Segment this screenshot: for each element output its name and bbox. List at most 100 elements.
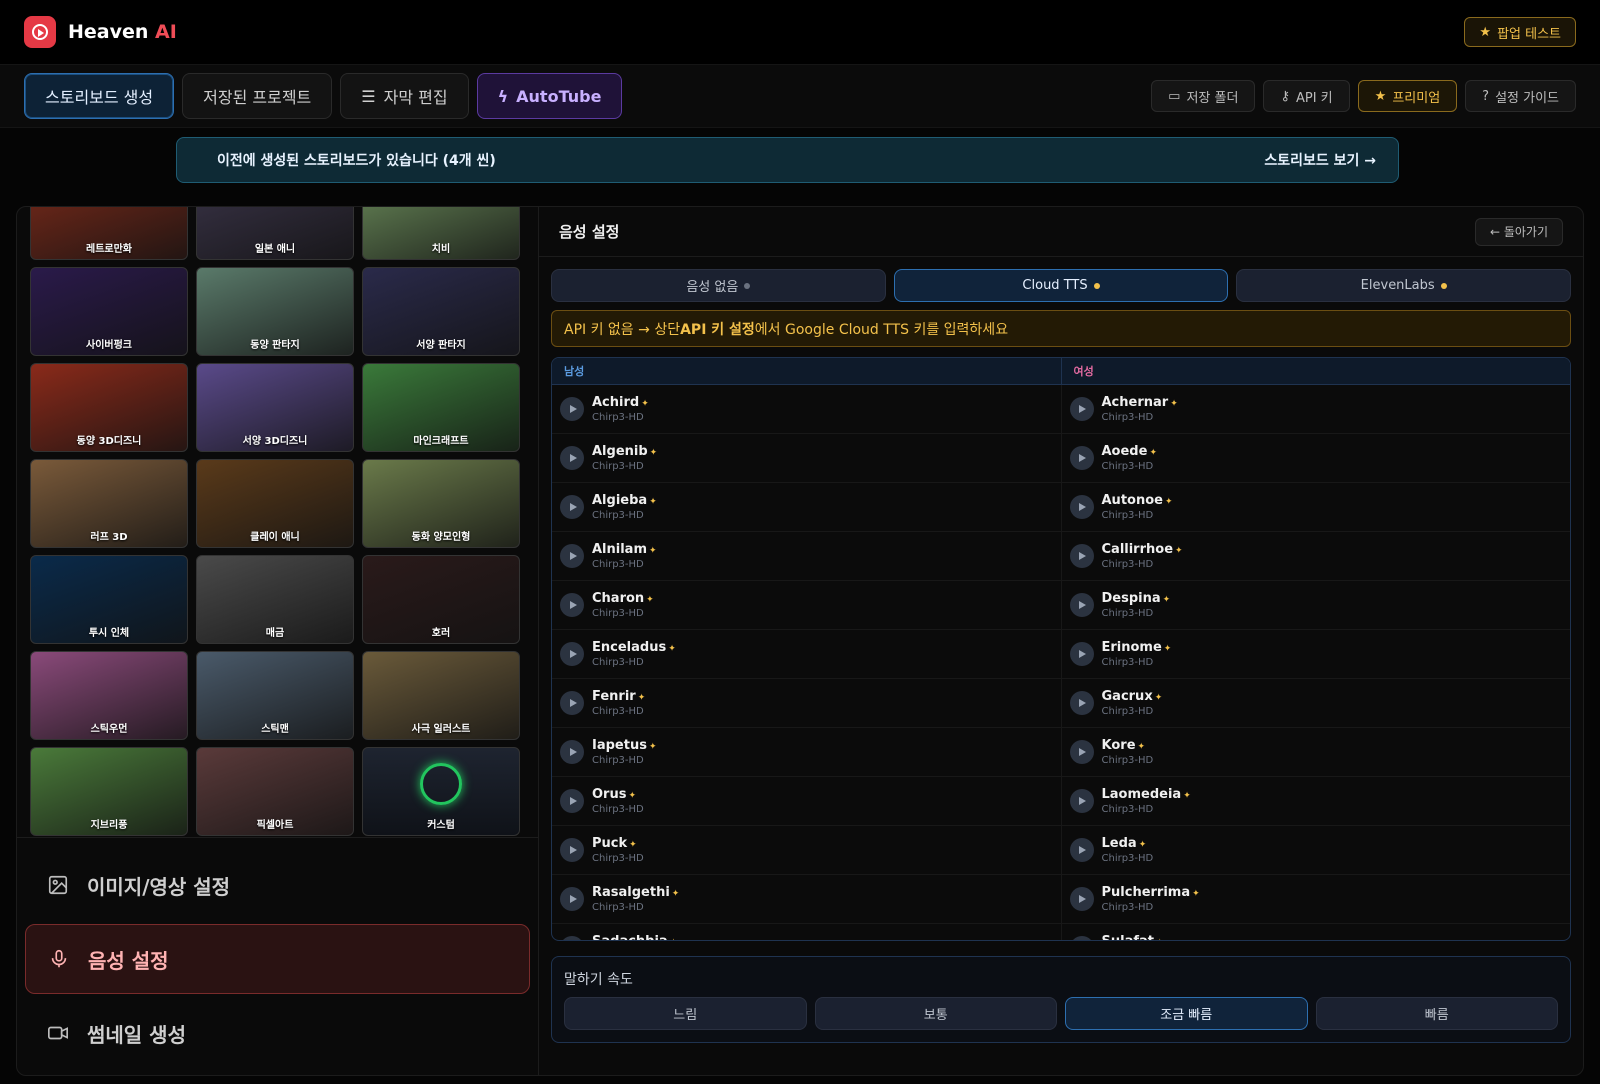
style-card[interactable]: 지브리풍 xyxy=(30,747,188,836)
style-card[interactable]: 레트로만화 xyxy=(30,207,188,260)
tts-engine-tab[interactable]: ElevenLabs xyxy=(1236,269,1572,302)
voice-option[interactable]: Kore ✦ Chirp3-HD xyxy=(1062,728,1571,776)
document-icon: ☰ xyxy=(361,86,376,106)
popup-test-button[interactable]: ★ 팝업 테스트 xyxy=(1464,17,1576,47)
style-card[interactable]: 사이버펑크 xyxy=(30,267,188,356)
style-card[interactable]: 러프 3D xyxy=(30,459,188,548)
play-icon[interactable] xyxy=(560,838,584,862)
tts-engine-tab[interactable]: Cloud TTS xyxy=(893,269,1229,302)
voice-option[interactable]: Pulcherrima ✦ Chirp3-HD xyxy=(1062,875,1571,923)
voice-name: Sadachbia✦ xyxy=(592,934,677,940)
play-icon[interactable] xyxy=(560,593,584,617)
play-icon[interactable] xyxy=(1069,887,1094,911)
play-icon[interactable] xyxy=(1069,495,1094,519)
play-icon[interactable] xyxy=(1069,789,1094,813)
voice-option[interactable]: Callirrhoe ✦ Chirp3-HD xyxy=(1062,532,1571,580)
section-voice[interactable]: 음성 설정 xyxy=(25,924,530,994)
api-key-button[interactable]: ⚷ API 키 xyxy=(1263,80,1350,112)
style-card[interactable]: 호러 xyxy=(362,555,520,644)
style-card[interactable]: 마인크래프트 xyxy=(362,363,520,452)
play-icon[interactable] xyxy=(560,642,584,666)
voice-option[interactable]: Autonoe ✦ Chirp3-HD xyxy=(1062,483,1571,531)
play-icon[interactable] xyxy=(1069,544,1094,568)
voice-option[interactable]: Alnilam ✦ Chirp3-HD xyxy=(552,532,1062,580)
voice-option[interactable]: Leda ✦ Chirp3-HD xyxy=(1062,826,1571,874)
voice-option[interactable]: Despina ✦ Chirp3-HD xyxy=(1062,581,1571,629)
play-icon[interactable] xyxy=(1069,397,1094,421)
style-card[interactable]: 커스텀 xyxy=(362,747,520,836)
voice-option[interactable]: Achird ✦ Chirp3-HD xyxy=(552,385,1062,433)
voice-option[interactable]: Orus ✦ Chirp3-HD xyxy=(552,777,1062,825)
style-card[interactable]: 서양 판타지 xyxy=(362,267,520,356)
style-card[interactable]: 일본 애니 xyxy=(196,207,354,260)
style-card[interactable]: 스틱맨 xyxy=(196,651,354,740)
voice-name: Erinome ✦ xyxy=(1101,640,1172,655)
voice-option[interactable]: Enceladus ✦ Chirp3-HD xyxy=(552,630,1062,678)
sparkle-icon: ✦ xyxy=(1156,938,1164,940)
voice-model: Chirp3-HD xyxy=(1101,706,1154,717)
play-icon[interactable] xyxy=(560,397,584,421)
play-icon[interactable] xyxy=(1069,936,1094,940)
voice-row: Algieba ✦ Chirp3-HD Autonoe ✦ Chirp3-HD xyxy=(552,483,1570,532)
voice-option[interactable]: Puck ✦ Chirp3-HD xyxy=(552,826,1062,874)
play-icon[interactable] xyxy=(1069,642,1094,666)
style-card[interactable]: 치비 xyxy=(362,207,520,260)
tab-saved-projects[interactable]: 저장된 프로젝트 xyxy=(182,73,333,119)
voice-option[interactable]: Charon ✦ Chirp3-HD xyxy=(552,581,1062,629)
back-button[interactable]: ← 돌아가기 xyxy=(1474,217,1563,246)
style-card[interactable]: 픽셀아트 xyxy=(196,747,354,836)
style-card[interactable]: 사극 일러스트 xyxy=(362,651,520,740)
section-thumbnail[interactable]: 썸네일 생성 xyxy=(25,998,530,1068)
play-icon[interactable] xyxy=(560,936,584,940)
view-storyboard-link[interactable]: 스토리보드 보기 → xyxy=(1264,150,1376,170)
style-card[interactable]: 매금 xyxy=(196,555,354,644)
voice-option[interactable]: Algenib ✦ Chirp3-HD xyxy=(552,434,1062,482)
voice-option[interactable]: Algieba ✦ Chirp3-HD xyxy=(552,483,1062,531)
tab-storyboard[interactable]: 스토리보드 생성 xyxy=(24,73,175,119)
tab-subtitle-edit[interactable]: ☰ 자막 편집 xyxy=(340,73,469,119)
play-icon[interactable] xyxy=(560,446,584,470)
voice-option[interactable]: Aoede ✦ Chirp3-HD xyxy=(1062,434,1571,482)
sparkle-icon: ✦ xyxy=(628,791,637,801)
speed-option-button[interactable]: 보통 xyxy=(814,997,1057,1030)
play-icon[interactable] xyxy=(560,544,584,568)
voice-option[interactable]: Erinome ✦ Chirp3-HD xyxy=(1062,630,1571,678)
voice-option[interactable]: Laomedeia ✦ Chirp3-HD xyxy=(1062,777,1571,825)
play-icon[interactable] xyxy=(1069,446,1094,470)
play-icon[interactable] xyxy=(1069,838,1094,862)
voice-option[interactable]: Rasalgethi ✦ Chirp3-HD xyxy=(552,875,1062,923)
previous-storyboard-notice[interactable]: 이전에 생성된 스토리보드가 있습니다 (4개 씬) 스토리보드 보기 → xyxy=(176,137,1399,183)
play-icon[interactable] xyxy=(560,691,584,715)
voice-option[interactable]: Gacrux ✦ Chirp3-HD xyxy=(1062,679,1571,727)
voice-option[interactable]: Fenrir ✦ Chirp3-HD xyxy=(552,679,1062,727)
play-icon[interactable] xyxy=(560,740,584,764)
play-icon[interactable] xyxy=(560,887,584,911)
setup-guide-button[interactable]: ? 설정 가이드 xyxy=(1465,80,1576,112)
speed-option-button[interactable]: 조금 빠름 xyxy=(1065,997,1308,1030)
speed-option-button[interactable]: 빠름 xyxy=(1315,997,1558,1030)
voice-option[interactable]: Sadachbia✦Chirp3-HD xyxy=(552,924,1062,940)
save-folder-button[interactable]: ▭ 저장 폴더 xyxy=(1151,80,1256,112)
voice-row: Fenrir ✦ Chirp3-HD Gacrux ✦ Chirp3-HD xyxy=(552,679,1570,728)
style-card[interactable]: 동화 양모인형 xyxy=(362,459,520,548)
voice-option[interactable]: Achernar ✦ Chirp3-HD xyxy=(1062,385,1571,433)
style-card[interactable]: 스틱우먼 xyxy=(30,651,188,740)
style-card[interactable]: 동양 3D디즈니 xyxy=(30,363,188,452)
style-card[interactable]: 서양 3D디즈니 xyxy=(196,363,354,452)
style-card[interactable]: 동양 판타지 xyxy=(196,267,354,356)
play-icon[interactable] xyxy=(560,495,584,519)
premium-button[interactable]: ★ 프리미엄 xyxy=(1357,80,1458,112)
tab-autotube[interactable]: ϟ AutoTube xyxy=(476,73,623,119)
section-image-video[interactable]: 이미지/영상 설정 xyxy=(25,850,530,920)
voice-option[interactable]: Iapetus ✦ Chirp3-HD xyxy=(552,728,1062,776)
style-card[interactable]: 투시 인체 xyxy=(30,555,188,644)
section-list: 이미지/영상 설정 음성 설정 썸네일 생성 xyxy=(17,837,538,1072)
voice-option[interactable]: Sulafat✦Chirp3-HD xyxy=(1062,924,1571,940)
play-icon[interactable] xyxy=(1069,593,1094,617)
play-icon[interactable] xyxy=(1069,740,1094,764)
tts-engine-tab[interactable]: 음성 없음 xyxy=(551,269,886,302)
play-icon[interactable] xyxy=(560,789,584,813)
speed-option-button[interactable]: 느림 xyxy=(564,997,807,1030)
style-card[interactable]: 클레이 애니 xyxy=(196,459,354,548)
play-icon[interactable] xyxy=(1069,691,1094,715)
